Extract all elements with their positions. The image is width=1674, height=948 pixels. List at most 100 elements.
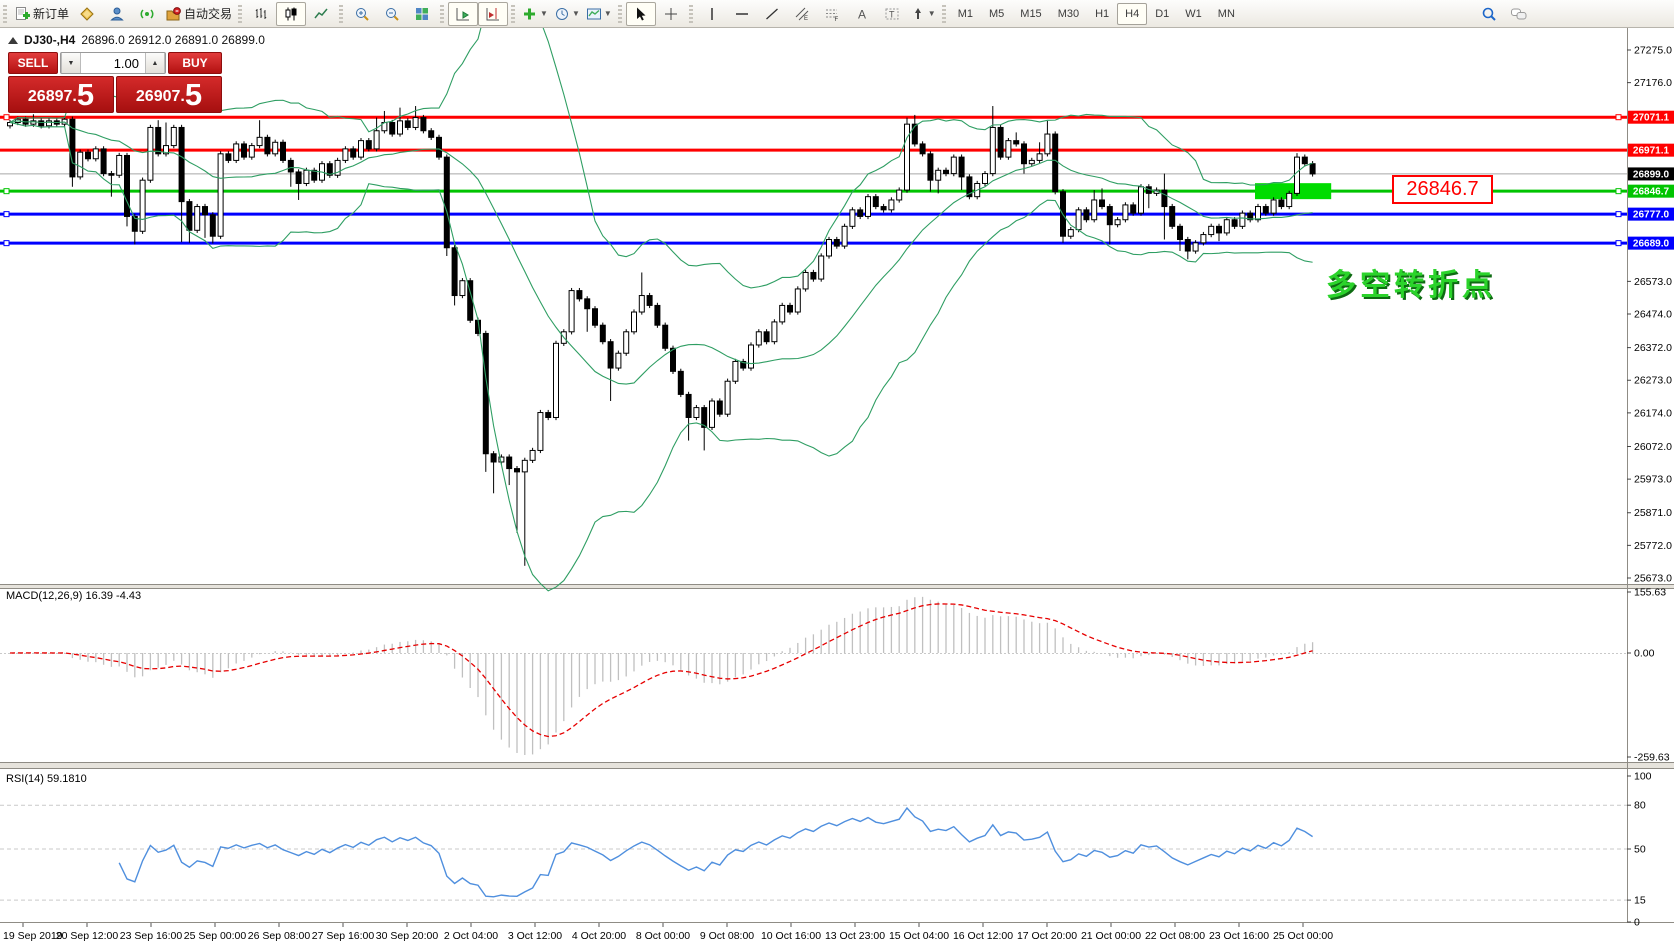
line-chart-icon [313, 6, 329, 22]
search-button[interactable] [1474, 2, 1504, 26]
svg-text:26689.0: 26689.0 [1633, 239, 1670, 250]
svg-text:26971.1: 26971.1 [1633, 146, 1670, 157]
cursor-button[interactable] [626, 2, 656, 26]
horizontal-line-icon [734, 6, 750, 22]
svg-text:22 Oct 08:00: 22 Oct 08:00 [1145, 930, 1205, 942]
svg-text:19 Sep 2019: 19 Sep 2019 [3, 930, 63, 942]
one-click-trading-panel: SELL ▼ 1.00 ▲ BUY 26897.5 26907.5 [8, 52, 222, 113]
svg-text:15: 15 [1634, 895, 1646, 907]
vertical-line-button[interactable] [697, 2, 727, 26]
tile-windows-button[interactable] [407, 2, 437, 26]
new-order-button[interactable]: 新订单 [11, 2, 72, 26]
line-chart-button[interactable] [306, 2, 336, 26]
equidistant-channel-button[interactable]: E [787, 2, 817, 26]
chart-canvas[interactable]: 27071.126971.126899.026846.726777.026689… [0, 0, 1674, 948]
dropdown-caret-icon: ▼ [540, 9, 548, 18]
market-watch-button[interactable] [72, 2, 102, 26]
dropdown-caret-icon: ▼ [572, 9, 580, 18]
collapse-panel-icon[interactable] [8, 37, 18, 44]
timeframe-m30-button[interactable]: M30 [1050, 3, 1087, 25]
navigator-button[interactable] [102, 2, 132, 26]
signals-button[interactable] [132, 2, 162, 26]
volume-decrease-button[interactable]: ▼ [61, 53, 81, 73]
fibonacci-button[interactable]: F [817, 2, 847, 26]
arrows-button[interactable]: ▼ [907, 2, 939, 26]
timeframe-h1-button[interactable]: H1 [1087, 3, 1117, 25]
dropdown-caret-icon: ▼ [928, 9, 936, 18]
auto-scroll-button[interactable] [448, 2, 478, 26]
tile-windows-icon [414, 6, 430, 22]
chat-button[interactable] [1504, 2, 1534, 26]
svg-text:155.63: 155.63 [1634, 587, 1666, 599]
svg-text:26372.0: 26372.0 [1634, 342, 1672, 354]
volume-increase-button[interactable]: ▲ [145, 53, 165, 73]
price-axis[interactable]: 27071.126971.126899.026846.726777.026689… [1627, 45, 1674, 929]
crosshair-icon [663, 6, 679, 22]
timeframe-mn-button[interactable]: MN [1210, 3, 1243, 25]
svg-text:26273.0: 26273.0 [1634, 375, 1672, 387]
svg-text:E: E [804, 16, 808, 22]
svg-text:26899.0: 26899.0 [1633, 169, 1670, 180]
clock-icon [554, 6, 570, 22]
timeframe-d1-button[interactable]: D1 [1147, 3, 1177, 25]
autotrading-button[interactable]: 自动交易 [162, 2, 235, 26]
horizontal-line-button[interactable] [727, 2, 757, 26]
svg-text:100: 100 [1634, 771, 1652, 783]
crosshair-button[interactable] [656, 2, 686, 26]
timeframe-m5-button[interactable]: M5 [981, 3, 1012, 25]
new-order-label: 新订单 [33, 5, 69, 22]
svg-text:20 Sep 12:00: 20 Sep 12:00 [56, 930, 119, 942]
sell-price-tile[interactable]: 26897.5 [8, 76, 114, 113]
chart-shift-button[interactable] [478, 2, 508, 26]
vertical-line-icon [704, 6, 720, 22]
timeframe-h4-button[interactable]: H4 [1117, 3, 1147, 25]
group-separator [440, 5, 444, 23]
text-label-button[interactable]: T [877, 2, 907, 26]
svg-text:80: 80 [1634, 800, 1646, 812]
date-axis[interactable]: 19 Sep 201920 Sep 12:0023 Sep 16:0025 Se… [3, 923, 1333, 942]
indicators-button[interactable]: ▼ [519, 2, 551, 26]
candles-series [8, 106, 1316, 566]
group-separator [689, 5, 693, 23]
svg-text:0: 0 [1634, 917, 1640, 929]
timeframe-w1-button[interactable]: W1 [1177, 3, 1210, 25]
buy-price: 26907. [136, 84, 185, 110]
svg-text:26 Sep 08:00: 26 Sep 08:00 [248, 930, 311, 942]
text-button[interactable]: A [847, 2, 877, 26]
svg-text:13 Oct 23:00: 13 Oct 23:00 [825, 930, 885, 942]
group-separator [618, 5, 622, 23]
rsi-indicator-label: RSI(14) 59.1810 [6, 773, 87, 785]
bar-chart-button[interactable] [246, 2, 276, 26]
svg-text:4 Oct 20:00: 4 Oct 20:00 [572, 930, 626, 942]
svg-text:17 Oct 20:00: 17 Oct 20:00 [1017, 930, 1077, 942]
svg-text:30 Sep 20:00: 30 Sep 20:00 [376, 930, 439, 942]
turning-point-annotation[interactable]: 多空转折点 [1326, 260, 1496, 304]
timeframe-m1-button[interactable]: M1 [950, 3, 981, 25]
navigator-person-icon [109, 6, 125, 22]
svg-text:16 Oct 12:00: 16 Oct 12:00 [953, 930, 1013, 942]
buy-price-tile[interactable]: 26907.5 [116, 76, 222, 113]
svg-text:27 Sep 16:00: 27 Sep 16:00 [312, 930, 375, 942]
macd-indicator-label: MACD(12,26,9) 16.39 -4.43 [6, 590, 141, 602]
trendline-button[interactable] [757, 2, 787, 26]
volume-input[interactable]: 1.00 [81, 53, 145, 73]
turning-point-highlight-box[interactable] [1255, 183, 1331, 199]
sell-button[interactable]: SELL [8, 52, 58, 74]
cursor-arrow-icon [633, 6, 649, 22]
buy-button[interactable]: BUY [168, 52, 222, 74]
channel-icon: E [794, 6, 810, 22]
zoom-out-button[interactable] [377, 2, 407, 26]
turning-point-price-label[interactable]: 26846.7 [1392, 175, 1493, 204]
horizontal-trend-lines[interactable] [0, 115, 1627, 246]
templates-button[interactable]: ▼ [583, 2, 615, 26]
timeframe-m15-button[interactable]: M15 [1012, 3, 1049, 25]
periods-button[interactable]: ▼ [551, 2, 583, 26]
svg-text:25673.0: 25673.0 [1634, 573, 1672, 585]
auto-scroll-icon [455, 6, 471, 22]
candlestick-chart-button[interactable] [276, 2, 306, 26]
zoom-in-button[interactable] [347, 2, 377, 26]
text-a-icon: A [854, 6, 870, 22]
zoom-in-icon [354, 6, 370, 22]
macd-series [10, 597, 1313, 755]
autotrading-label: 自动交易 [184, 5, 232, 22]
